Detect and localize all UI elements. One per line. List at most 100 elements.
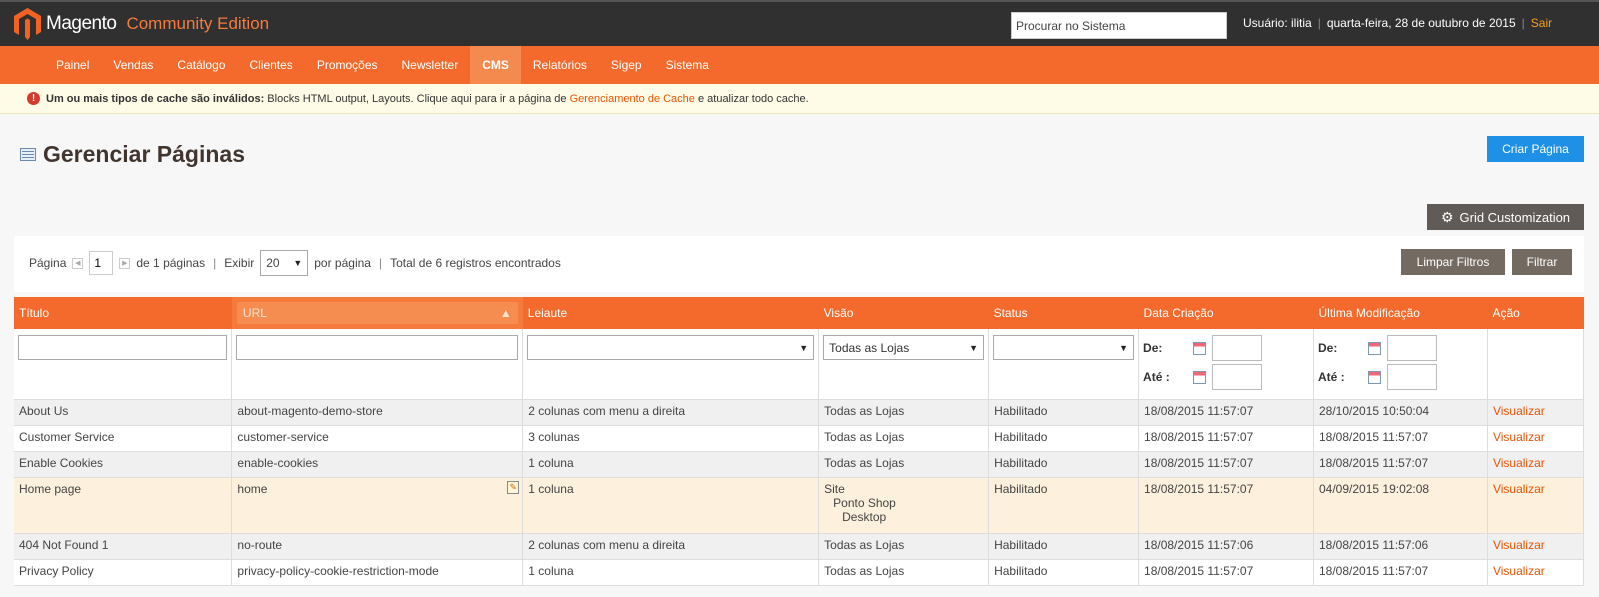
nav-item-relatorios[interactable]: Relatórios — [521, 46, 599, 84]
message-body: Blocks HTML output, Layouts. Clique aqui… — [264, 93, 570, 105]
column-header-status[interactable]: Status — [988, 297, 1139, 329]
column-header-url[interactable]: URL ▲ — [231, 297, 523, 329]
table-row[interactable]: Privacy Policy privacy-policy-cookie-res… — [14, 559, 1585, 586]
cell-layout: 2 colunas com menu a direita — [522, 399, 820, 426]
separator: | — [213, 256, 217, 270]
reset-filter-button[interactable]: Limpar Filtros — [1401, 249, 1505, 275]
cell-modified: 04/09/2015 19:02:08 — [1313, 477, 1488, 534]
nav-item-painel[interactable]: Painel — [44, 46, 101, 84]
column-header-modified[interactable]: Última Modificação — [1313, 297, 1488, 329]
cell-action: Visualizar — [1487, 399, 1585, 426]
edit-icon[interactable]: ✎ — [507, 481, 520, 494]
nav-item-sigep[interactable]: Sigep — [599, 46, 654, 84]
filter-layout-select[interactable]: ▼ — [527, 335, 815, 360]
page-number-input[interactable] — [89, 251, 114, 275]
from-label: De: — [1143, 341, 1163, 355]
prev-page-icon[interactable]: ◀ — [72, 257, 84, 269]
nav-item-newsletter[interactable]: Newsletter — [390, 46, 471, 84]
cell-title: 404 Not Found 1 — [14, 533, 233, 560]
cell-title: Home page — [14, 477, 233, 534]
search-button[interactable]: Filtrar — [1512, 249, 1572, 275]
preview-link[interactable]: Visualizar — [1493, 404, 1545, 418]
filter-cell — [1487, 329, 1585, 400]
view-scope-list: Site Ponto Shop Desktop — [824, 482, 983, 524]
nav-item-vendas[interactable]: Vendas — [101, 46, 165, 84]
view-website: Site — [824, 482, 845, 496]
cell-layout: 3 colunas — [522, 425, 820, 452]
cell-status: Habilitado — [988, 533, 1140, 560]
modified-to-input[interactable] — [1387, 364, 1437, 390]
table-row[interactable]: Enable Cookies enable-cookies 1 coluna T… — [14, 451, 1585, 478]
filter-view-select[interactable]: Todas as Lojas ▼ — [823, 335, 985, 360]
grid-customization-button[interactable]: ⚙ Grid Customization — [1427, 204, 1584, 230]
column-header-view[interactable]: Visão — [818, 297, 989, 329]
preview-link[interactable]: Visualizar — [1493, 564, 1545, 578]
filter-cell: ▼ — [522, 329, 820, 400]
cell-modified: 18/08/2015 11:57:07 — [1313, 451, 1488, 478]
column-header-created[interactable]: Data Criação — [1138, 297, 1314, 329]
cell-created: 18/08/2015 11:57:06 — [1138, 533, 1314, 560]
nav-item-clientes[interactable]: Clientes — [237, 46, 304, 84]
magento-logo[interactable]: Magento Community Edition — [14, 8, 269, 40]
cache-management-link[interactable]: Gerenciamento de Cache — [570, 93, 695, 105]
preview-link[interactable]: Visualizar — [1493, 482, 1545, 496]
to-label: Até : — [1318, 370, 1345, 384]
message-text: Um ou mais tipos de cache são inválidos:… — [46, 84, 809, 114]
preview-link[interactable]: Visualizar — [1493, 430, 1545, 444]
calendar-icon[interactable] — [1368, 341, 1381, 355]
cell-created: 18/08/2015 11:57:07 — [1138, 399, 1314, 426]
cell-created: 18/08/2015 11:57:07 — [1138, 425, 1314, 452]
created-from-input[interactable] — [1212, 335, 1263, 361]
cell-created: 18/08/2015 11:57:07 — [1138, 451, 1314, 478]
modified-from-input[interactable] — [1387, 335, 1437, 361]
cell-status: Habilitado — [988, 399, 1140, 426]
calendar-icon[interactable] — [1368, 370, 1381, 384]
add-new-page-button[interactable]: Criar Página — [1487, 136, 1584, 162]
preview-link[interactable]: Visualizar — [1493, 538, 1545, 552]
filter-cell: De: Até : — [1138, 329, 1314, 400]
cell-view: Todas as Lojas — [818, 559, 990, 586]
created-to-input[interactable] — [1212, 364, 1263, 390]
cell-created: 18/08/2015 11:57:07 — [1138, 477, 1314, 534]
logo-text: Magento — [46, 13, 117, 34]
cell-url: home ✎ — [231, 477, 524, 534]
cell-created: 18/08/2015 11:57:07 — [1138, 559, 1314, 586]
per-page-value: 20 — [266, 256, 280, 270]
caret-down-icon: ▼ — [799, 342, 809, 353]
nav-item-catalogo[interactable]: Catálogo — [165, 46, 237, 84]
column-header-layout[interactable]: Leiaute — [522, 297, 819, 329]
modified-from-row: De: — [1318, 335, 1483, 361]
show-label: Exibir — [224, 256, 255, 270]
column-header-title[interactable]: Título — [14, 297, 232, 329]
caret-down-icon: ▼ — [969, 342, 979, 353]
logout-link[interactable]: Sair — [1531, 16, 1552, 30]
nav-item-promocoes[interactable]: Promoções — [305, 46, 390, 84]
global-search-input[interactable] — [1011, 12, 1227, 39]
calendar-icon[interactable] — [1193, 341, 1207, 355]
filter-title-input[interactable] — [18, 335, 228, 360]
of-pages-label: de 1 páginas — [136, 256, 206, 270]
filter-url-input[interactable] — [236, 335, 519, 360]
cell-action: Visualizar — [1487, 533, 1585, 560]
cell-action: Visualizar — [1487, 477, 1585, 534]
grid-toolbar: Página ◀ ▶ de 1 páginas | Exibir 20 ▼ por… — [14, 236, 1584, 292]
table-row[interactable]: About Us about-magento-demo-store 2 colu… — [14, 399, 1585, 426]
nav-item-cms[interactable]: CMS — [470, 46, 521, 84]
cell-url: about-magento-demo-store — [231, 399, 524, 426]
main-nav: Painel Vendas Catálogo Clientes Promoçõe… — [0, 46, 1599, 84]
per-page-select[interactable]: 20 ▼ — [260, 250, 309, 276]
table-row[interactable]: 404 Not Found 1 no-route 2 colunas com m… — [14, 533, 1585, 560]
preview-link[interactable]: Visualizar — [1493, 456, 1545, 470]
table-row[interactable]: Customer Service customer-service 3 colu… — [14, 425, 1585, 452]
magento-logo-icon — [14, 8, 41, 40]
calendar-icon[interactable] — [1193, 370, 1207, 384]
table-row[interactable]: Home page home ✎ 1 coluna Site Ponto Shop D… — [14, 477, 1585, 534]
separator: | — [1521, 16, 1525, 30]
filter-status-select[interactable]: ▼ — [993, 335, 1135, 360]
to-label: Até : — [1143, 370, 1170, 384]
cell-status: Habilitado — [988, 477, 1140, 534]
modified-to-row: Até : — [1318, 364, 1483, 390]
next-page-icon[interactable]: ▶ — [119, 257, 131, 269]
nav-item-sistema[interactable]: Sistema — [654, 46, 721, 84]
from-label: De: — [1318, 341, 1338, 355]
